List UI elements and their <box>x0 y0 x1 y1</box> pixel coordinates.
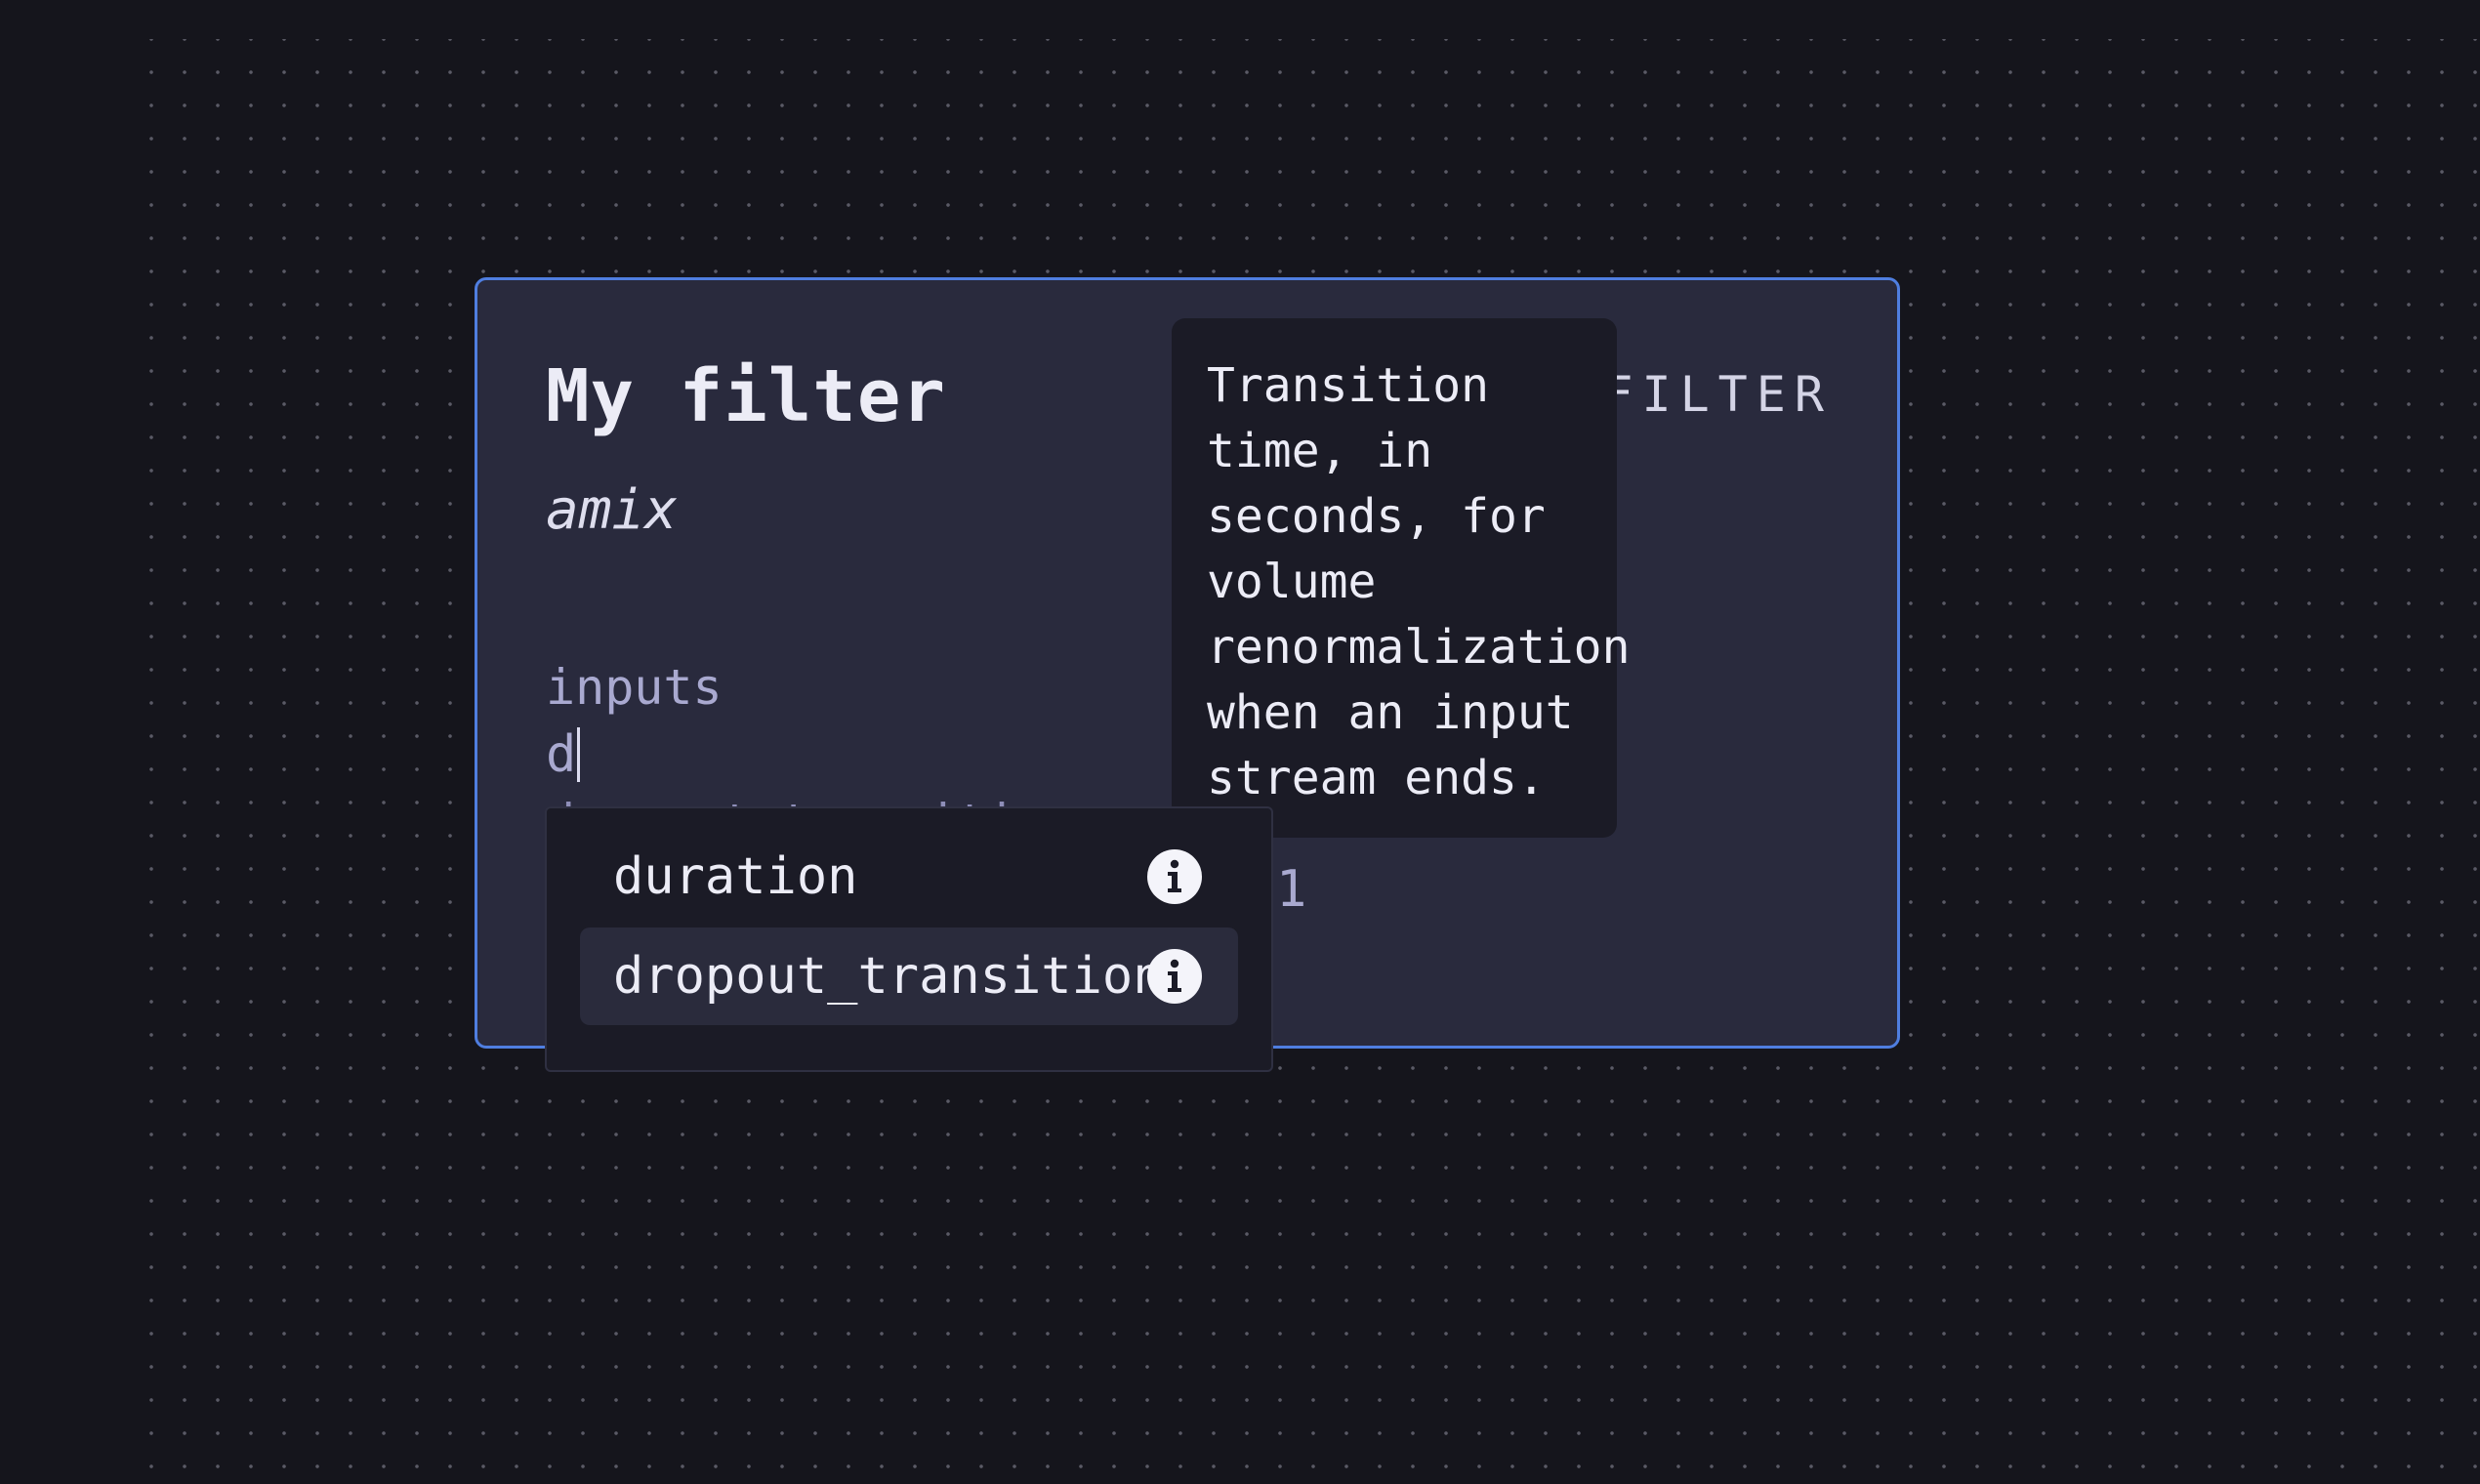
inputs-section-label: inputs <box>546 659 723 716</box>
autocomplete-dropdown: duration dropout_transition <box>545 806 1273 1072</box>
node-title[interactable]: My filter <box>546 360 946 433</box>
parameter-name-input-value: d <box>546 725 577 784</box>
autocomplete-option-label: dropout_transition <box>613 947 1164 1006</box>
parameter-name-input[interactable]: d <box>546 725 581 784</box>
autocomplete-option-duration[interactable]: duration <box>580 828 1238 926</box>
autocomplete-option-label: duration <box>613 847 858 906</box>
canvas-margin-left <box>0 0 142 1484</box>
parameter-tooltip: Transition time, in seconds, for volume … <box>1172 318 1631 838</box>
text-caret <box>577 727 581 782</box>
autocomplete-option-dropout-transition[interactable]: dropout_transition <box>580 928 1238 1025</box>
canvas-margin-top <box>0 0 2480 39</box>
node-filter-name: amix <box>546 478 678 542</box>
info-icon[interactable] <box>1146 848 1203 905</box>
node-type-label: FILTER <box>1603 366 1833 423</box>
tooltip-text: Transition time, in seconds, for volume … <box>1207 358 1631 805</box>
parameter-value[interactable]: 1 <box>1276 864 1306 915</box>
info-icon[interactable] <box>1146 948 1203 1005</box>
